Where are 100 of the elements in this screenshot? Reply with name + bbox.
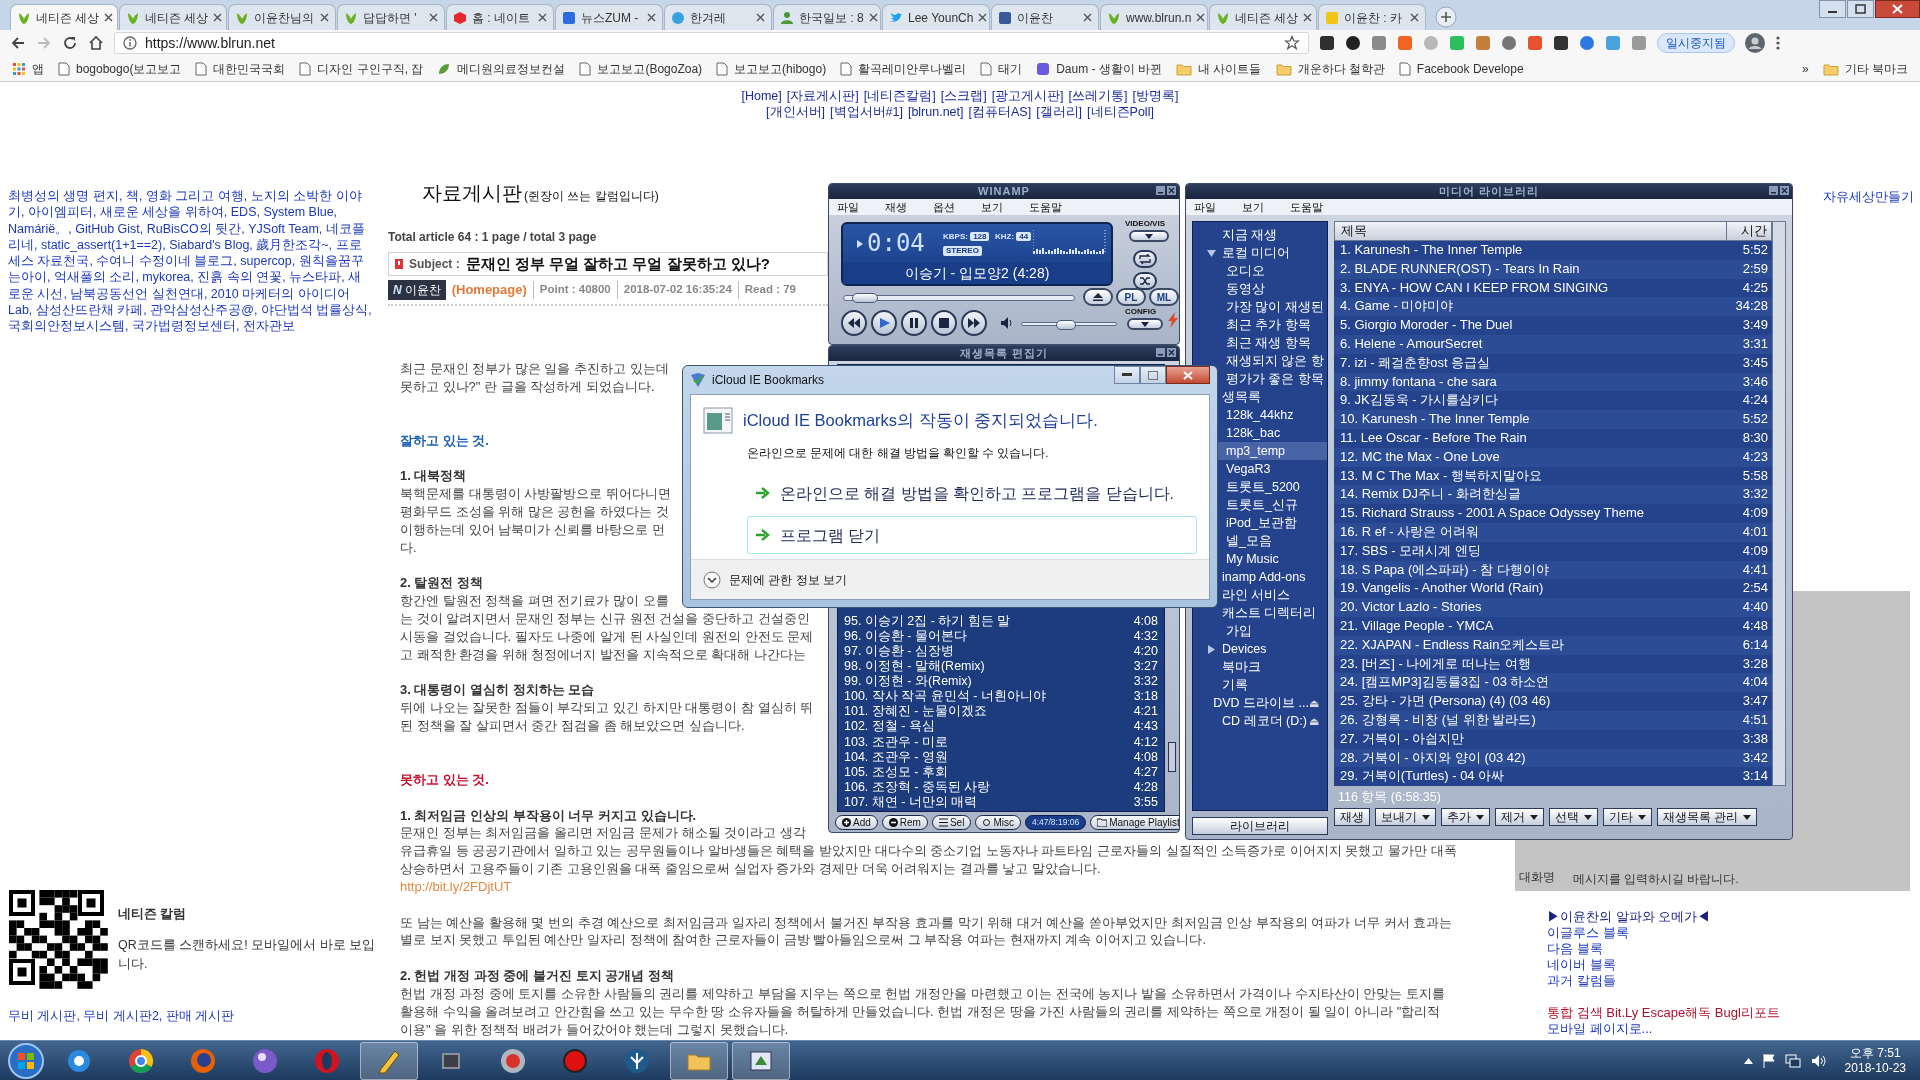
avatar-icon[interactable] (1745, 33, 1765, 53)
minimize-icon[interactable] (1769, 186, 1778, 195)
menu-item[interactable]: 옵션 (933, 198, 955, 216)
bookmark-link[interactable]: 대한민국국회 (195, 59, 286, 78)
browser-tab[interactable]: 이윤찬 (991, 4, 1099, 30)
track-row[interactable]: 22. XJAPAN - Endless Rain오케스트라 6:14 (1334, 635, 1772, 655)
minimize-icon[interactable] (1156, 186, 1165, 195)
minimize-icon[interactable] (1156, 348, 1165, 357)
browser-tab[interactable]: 네티즌 세상 (119, 4, 227, 30)
maximize-icon[interactable] (1847, 0, 1874, 18)
pause-button[interactable] (901, 310, 927, 336)
browser-tab[interactable]: 이윤찬 : 카 (1318, 4, 1426, 30)
bookmark-link[interactable]: 보고보고(BogoZoa) (579, 59, 703, 78)
nav-link[interactable]: [Home] (741, 88, 782, 104)
blog-link[interactable]: 자유세상만들기 (1823, 188, 1914, 207)
author-badge[interactable]: N 이윤찬 (388, 280, 446, 300)
browser-tab[interactable]: 답답하면 ' (337, 4, 445, 30)
minimize-button[interactable] (1114, 366, 1140, 384)
close-icon[interactable] (1410, 13, 1419, 22)
library-action-button[interactable]: 추가 (1441, 808, 1490, 827)
config-button[interactable] (1127, 318, 1163, 330)
track-row[interactable]: 11. Lee Oscar - Before The Rain 8:30 (1334, 428, 1772, 448)
nav-link[interactable]: [컴퓨터AS] (968, 104, 1032, 120)
track-row[interactable]: 24. [캠프MP3]김동률3집 - 03 하소연 4:04 (1334, 673, 1772, 693)
bookmark-link[interactable]: 보고보고(hibogo) (716, 59, 827, 78)
nav-link[interactable]: [개인서버] (766, 104, 826, 120)
previous-button[interactable] (841, 310, 867, 336)
close-icon[interactable] (538, 13, 547, 22)
close-icon[interactable] (320, 13, 329, 22)
track-row[interactable]: 21. Village People - YMCA 4:48 (1334, 616, 1772, 636)
new-tab-icon[interactable] (1433, 6, 1459, 28)
track-row[interactable]: 23. [버즈] - 나에게로 떠나는 여행 3:28 (1334, 654, 1772, 674)
reload-icon[interactable] (62, 35, 78, 51)
sidebar-link[interactable]: 다음 블록 (1547, 940, 1603, 957)
expanded-arrow-icon[interactable] (1206, 249, 1216, 257)
back-icon[interactable] (10, 35, 26, 51)
library-button[interactable]: 라이브러리 (1192, 817, 1328, 835)
extension-icon[interactable] (1345, 35, 1361, 51)
maximize-button[interactable] (1140, 366, 1166, 384)
browser-tab[interactable]: 뉴스ZUM - (555, 4, 663, 30)
tree-item[interactable]: 캐스트 디렉터리 (1193, 604, 1327, 622)
library-action-button[interactable]: 재생 (1334, 808, 1370, 827)
nav-link[interactable]: [갤러리] (1036, 104, 1083, 120)
bookmark-link[interactable]: 개운하다 철학관 (1275, 59, 1385, 78)
track-row[interactable]: 13. M C The Max - 행복하지말아요 5:58 (1334, 466, 1772, 486)
nav-link[interactable]: [벽업서버#1] (830, 104, 903, 120)
library-toggle-button[interactable]: ML (1149, 288, 1179, 306)
volume-thumb[interactable] (1056, 320, 1077, 330)
close-icon[interactable] (1167, 186, 1176, 195)
nav-link[interactable]: [쓰레기통] (1068, 88, 1128, 104)
tree-item[interactable]: 가장 많이 재생된 (1193, 298, 1327, 316)
manage-playlist-button[interactable]: Manage Playlist (1090, 814, 1179, 830)
playlist-row[interactable]: 96. 이승환 - 물어본다 4:32 (840, 628, 1162, 644)
library-action-button[interactable]: 보내기 (1375, 808, 1436, 827)
track-row[interactable]: 12. MC the Max - One Love 4:23 (1334, 447, 1772, 467)
playlist-row[interactable]: 95. 이승기 2집 - 하기 힘든 말 4:08 (840, 613, 1162, 629)
chevron-down-icon[interactable] (703, 570, 721, 589)
nav-link[interactable]: [광고게시판] (991, 88, 1064, 104)
close-icon[interactable] (647, 13, 656, 22)
library-action-button[interactable]: 재생목록 관리 (1657, 808, 1758, 827)
home-icon[interactable] (88, 35, 104, 51)
collapsed-arrow-icon[interactable] (1207, 644, 1215, 654)
tree-item[interactable]: 재생되지 않은 항 (1193, 352, 1327, 370)
video-vis-button[interactable] (1129, 230, 1169, 242)
track-row[interactable]: 3. ENYA - HOW CAN I KEEP FROM SINGING 4:25 (1334, 278, 1772, 298)
tree-item[interactable]: DVD 드라이브 ...⏏ (1193, 694, 1327, 712)
column-header[interactable]: 제목 (1335, 222, 1727, 240)
extension-icon[interactable] (1553, 35, 1569, 51)
speaker-icon[interactable] (1810, 1053, 1827, 1068)
tree-item[interactable]: CD 레코더 (D:) ⏏ (1193, 712, 1327, 730)
browser-tab[interactable]: www.blrun.n (1100, 4, 1208, 30)
nav-link[interactable]: [자료게시판] (786, 88, 859, 104)
close-button[interactable] (1166, 366, 1210, 384)
close-icon[interactable] (1196, 13, 1206, 22)
bookmark-link[interactable]: 디자인 구인구직, 잡 (299, 59, 424, 78)
bookmark-link[interactable]: Daum - 생활이 바뀐 (1036, 59, 1163, 78)
bookmarks-overflow-button[interactable]: » (1801, 59, 1809, 78)
library-action-button[interactable]: 선택 (1549, 808, 1598, 827)
tree-item[interactable]: Devices (1193, 640, 1327, 658)
tree-item[interactable]: 최근 재생 항목 (1193, 334, 1327, 352)
eject-button[interactable]: ⏏ (1309, 712, 1319, 730)
sidebar-link[interactable]: ▶이윤찬의 알파와 오메가◀ (1547, 908, 1711, 925)
details-link[interactable]: 문제에 관한 정보 보기 (729, 570, 847, 589)
track-row[interactable]: 29. 거북이(Turtles) - 04 아싸 3:14 (1334, 767, 1772, 787)
track-row[interactable]: 27. 거북이 - 아싑지만 3:38 (1334, 729, 1772, 749)
extension-icon[interactable] (1319, 35, 1335, 51)
tree-item[interactable]: 기록 (1193, 676, 1327, 694)
shuffle-button[interactable] (1133, 272, 1157, 290)
tree-item[interactable]: 최근 추가 항목 (1193, 316, 1327, 334)
bookmark-link[interactable]: 기타 북마크 (1822, 59, 1908, 78)
minimize-icon[interactable] (1819, 0, 1846, 18)
address-bar[interactable]: https://www.blrun.net (114, 32, 1309, 54)
playlist-row[interactable]: 107. 채연 - 너만의 매력 3:55 (840, 794, 1162, 810)
track-row[interactable]: 1. Karunesh - The Inner Temple 5:52 (1334, 241, 1772, 260)
playlist-action-button[interactable]: Misc (975, 814, 1021, 830)
nav-link[interactable]: [blrun.net] (907, 104, 964, 120)
menu-item[interactable]: 재생 (885, 198, 907, 216)
playlist-row[interactable]: 105. 조성모 - 후회 4:27 (840, 764, 1162, 780)
track-row[interactable]: 14. Remix DJ주니 - 화려한싱글 3:32 (1334, 485, 1772, 505)
taskbar-app-button[interactable] (732, 1041, 790, 1080)
